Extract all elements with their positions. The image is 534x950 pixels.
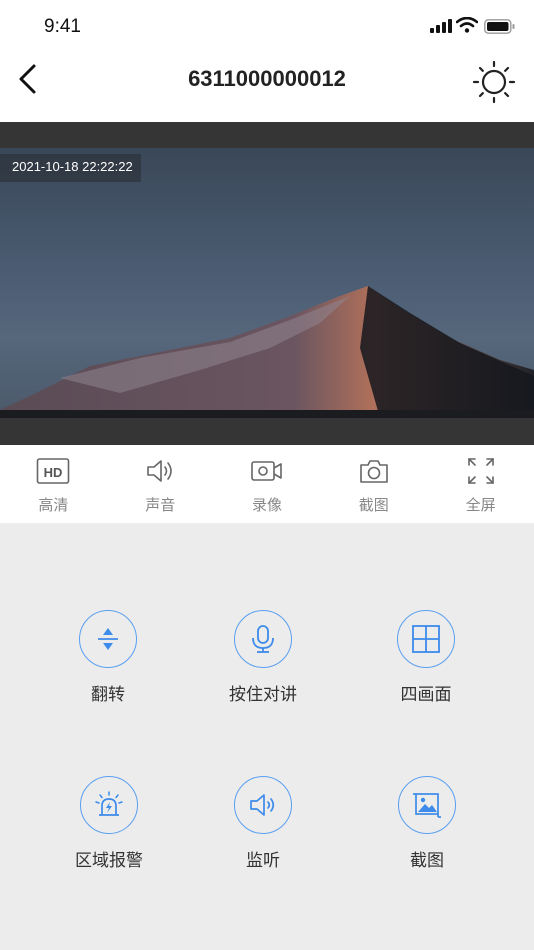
record-button[interactable]: 录像 — [214, 445, 321, 523]
fullscreen-button[interactable]: 全屏 — [427, 445, 534, 523]
signal-icon — [430, 19, 452, 33]
fullscreen-label: 全屏 — [465, 496, 496, 514]
camera-icon — [359, 460, 388, 483]
hd-button[interactable]: HD 高清 — [0, 445, 107, 523]
speaker-icon — [147, 460, 172, 482]
capture-image-label: 截图 — [410, 851, 444, 871]
video-frame — [0, 148, 534, 418]
screenshot-label: 截图 — [358, 496, 389, 514]
flip-button[interactable]: 翻转 — [38, 610, 178, 720]
video-record-icon — [251, 461, 282, 481]
page-title: 6311000000012 — [188, 66, 346, 91]
quad-view-button[interactable]: 四画面 — [356, 610, 496, 720]
speaker-icon — [250, 794, 275, 816]
sound-label: 声音 — [145, 496, 176, 514]
fullscreen-icon — [467, 458, 494, 484]
area-alarm-button[interactable]: 区域报警 — [39, 776, 179, 886]
nav-bar: 6311000000012 — [0, 52, 534, 122]
flip-label: 翻转 — [91, 685, 125, 705]
hd-icon: HD — [37, 458, 70, 484]
video-toolbar: HD 高清 声音 录像 截图 全屏 — [0, 445, 534, 523]
screenshot-button[interactable]: 截图 — [320, 445, 427, 523]
record-label: 录像 — [251, 496, 282, 514]
control-panel: 翻转 按住对讲 四画面 区域报警 监听 截图 — [0, 523, 534, 950]
video-player[interactable]: 2021-10-18 22:22:22 — [0, 122, 534, 445]
brightness-settings-icon[interactable] — [472, 60, 516, 104]
svg-text:HD: HD — [44, 465, 63, 480]
mountain-scene — [0, 286, 534, 418]
quad-icon-circle — [397, 610, 455, 668]
image-icon — [413, 793, 441, 818]
microphone-icon — [252, 625, 274, 653]
hd-label: 高清 — [38, 496, 69, 514]
alarm-icon-circle — [80, 776, 138, 834]
alarm-light-icon — [95, 791, 123, 816]
capture-icon-circle — [398, 776, 456, 834]
status-time: 9:41 — [44, 16, 81, 37]
listen-label: 监听 — [246, 851, 280, 871]
quad-view-icon — [412, 625, 440, 653]
capture-image-button[interactable]: 截图 — [357, 776, 497, 886]
talk-icon-circle — [234, 610, 292, 668]
wifi-icon — [456, 17, 478, 33]
flip-icon-circle — [79, 610, 137, 668]
video-timestamp: 2021-10-18 22:22:22 — [0, 154, 141, 182]
battery-icon — [484, 19, 515, 34]
status-bar: 9:41 — [0, 0, 534, 52]
flip-icon — [98, 628, 118, 650]
sound-button[interactable]: 声音 — [107, 445, 214, 523]
listen-button[interactable]: 监听 — [193, 776, 333, 886]
push-to-talk-button[interactable]: 按住对讲 — [193, 610, 333, 720]
push-to-talk-label: 按住对讲 — [229, 685, 297, 705]
listen-icon-circle — [234, 776, 292, 834]
area-alarm-label: 区域报警 — [75, 851, 143, 871]
quad-view-label: 四画面 — [400, 685, 452, 705]
